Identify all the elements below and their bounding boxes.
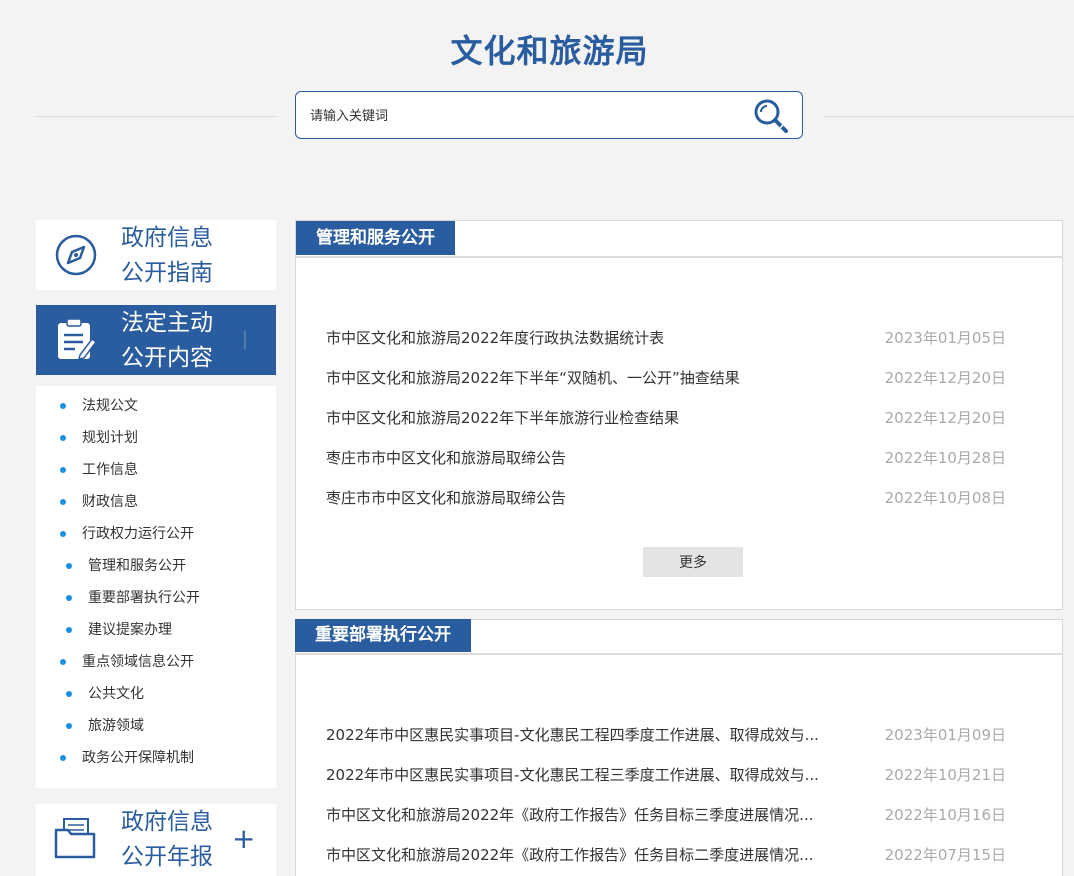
list-item-date: 2022年10月28日 [884, 449, 1006, 467]
list-item-title[interactable]: 市中区文化和旅游局2022年《政府工作报告》任务目标二季度进展情况... [326, 844, 866, 866]
sidebar-item[interactable]: 政务公开保障机制 [60, 748, 194, 768]
list-item-title[interactable]: 市中区文化和旅游局2022年下半年旅游行业检查结果 [326, 407, 866, 429]
sidebar-guide-line1: 政府信息 [121, 225, 213, 251]
sidebar-annual-report[interactable]: 政府信息 公开年报 + [36, 804, 276, 876]
list-item-title[interactable]: 2022年市中区惠民实事项目-文化惠民工程四季度工作进展、取得成效与... [326, 724, 866, 746]
search-box [295, 91, 803, 139]
list-item-title[interactable]: 枣庄市市中区文化和旅游局取缔公告 [326, 447, 866, 469]
sidebar-active-content[interactable]: 法定主动 公开内容 [36, 305, 276, 375]
list-item-title[interactable]: 市中区文化和旅游局2022年下半年“双随机、一公开”抽查结果 [326, 367, 866, 389]
list-item-date: 2022年12月20日 [884, 409, 1006, 427]
list-item-date: 2023年01月05日 [884, 329, 1006, 347]
list-item: 市中区文化和旅游局2022年《政府工作报告》任务目标三季度进展情况... 202… [326, 804, 1006, 826]
section-title: 管理和服务公开 [296, 221, 455, 255]
expand-plus-icon[interactable]: + [232, 822, 255, 856]
list-item: 市中区文化和旅游局2022年度行政执法数据统计表 2023年01月05日 [326, 327, 1006, 349]
sidebar-subitem[interactable]: 重要部署执行公开 [66, 588, 200, 608]
sidebar-item[interactable]: 行政权力运行公开 [60, 524, 194, 544]
list-item-date: 2022年10月08日 [884, 489, 1006, 507]
sidebar-active-line1: 法定主动 [121, 310, 213, 336]
section-key-deployments: 2022年市中区惠民实事项目-文化惠民工程四季度工作进展、取得成效与... 20… [295, 619, 1063, 876]
list-item-title[interactable]: 市中区文化和旅游局2022年《政府工作报告》任务目标三季度进展情况... [326, 804, 866, 826]
list-item: 2022年市中区惠民实事项目-文化惠民工程三季度工作进展、取得成效与... 20… [326, 764, 1006, 786]
list-item-title[interactable]: 市中区文化和旅游局2022年度行政执法数据统计表 [326, 327, 866, 349]
sidebar-subitem[interactable]: 公共文化 [66, 684, 144, 704]
sidebar-annual-line2: 公开年报 [121, 844, 213, 870]
sidebar-item[interactable]: 工作信息 [60, 460, 138, 480]
sidebar-guide[interactable]: 政府信息 公开指南 [36, 220, 276, 290]
header-divider-right [824, 116, 1074, 117]
section-title: 重要部署执行公开 [295, 619, 471, 652]
header-divider-left [36, 116, 276, 117]
sidebar-nav-list: 法规公文 规划计划 工作信息 财政信息 行政权力运行公开 管理和服务公开 重要部… [36, 386, 276, 788]
site-title: 文化和旅游局 [450, 32, 649, 70]
folder-icon [54, 818, 96, 859]
list-item: 2022年市中区惠民实事项目-文化惠民工程四季度工作进展、取得成效与... 20… [326, 724, 1006, 746]
list-item-title[interactable]: 枣庄市市中区文化和旅游局取缔公告 [326, 487, 866, 509]
sidebar-item[interactable]: 重点领域信息公开 [60, 652, 194, 672]
list-item: 市中区文化和旅游局2022年《政府工作报告》任务目标二季度进展情况... 202… [326, 844, 1006, 866]
section-divider [296, 653, 1062, 655]
sidebar-subitem[interactable]: 管理和服务公开 [66, 556, 186, 576]
sidebar-active-divider [244, 331, 246, 349]
clipboard-icon [58, 318, 98, 360]
sidebar-subitem[interactable]: 建议提案办理 [66, 620, 172, 640]
search-input[interactable] [308, 104, 732, 128]
list-item-title[interactable]: 2022年市中区惠民实事项目-文化惠民工程三季度工作进展、取得成效与... [326, 764, 866, 786]
list-item-date: 2022年10月16日 [884, 806, 1006, 824]
section-management-services: 管理和服务公开 市中区文化和旅游局2022年度行政执法数据统计表 2023年01… [295, 220, 1063, 610]
list-item: 市中区文化和旅游局2022年下半年旅游行业检查结果 2022年12月20日 [326, 407, 1006, 429]
more-button[interactable]: 更多 [643, 547, 743, 577]
list-item-date: 2022年12月20日 [884, 369, 1006, 387]
sidebar-guide-line2: 公开指南 [121, 260, 213, 286]
sidebar-annual-line1: 政府信息 [121, 809, 213, 835]
list-item-date: 2022年10月21日 [884, 766, 1006, 784]
search-button[interactable] [752, 97, 790, 135]
sidebar-active-line2: 公开内容 [121, 345, 213, 371]
search-icon [754, 99, 788, 133]
sidebar-item[interactable]: 财政信息 [60, 492, 138, 512]
list-item-date: 2023年01月09日 [884, 726, 1006, 744]
sidebar-item[interactable]: 法规公文 [60, 396, 138, 416]
compass-icon [55, 234, 97, 276]
sidebar-subitem[interactable]: 旅游领域 [66, 716, 144, 736]
list-item: 枣庄市市中区文化和旅游局取缔公告 2022年10月28日 [326, 447, 1006, 469]
list-item: 市中区文化和旅游局2022年下半年“双随机、一公开”抽查结果 2022年12月2… [326, 367, 1006, 389]
section-divider [296, 256, 1062, 258]
list-item: 枣庄市市中区文化和旅游局取缔公告 2022年10月08日 [326, 487, 1006, 509]
sidebar-item[interactable]: 规划计划 [60, 428, 138, 448]
list-item-date: 2022年07月15日 [884, 846, 1006, 864]
